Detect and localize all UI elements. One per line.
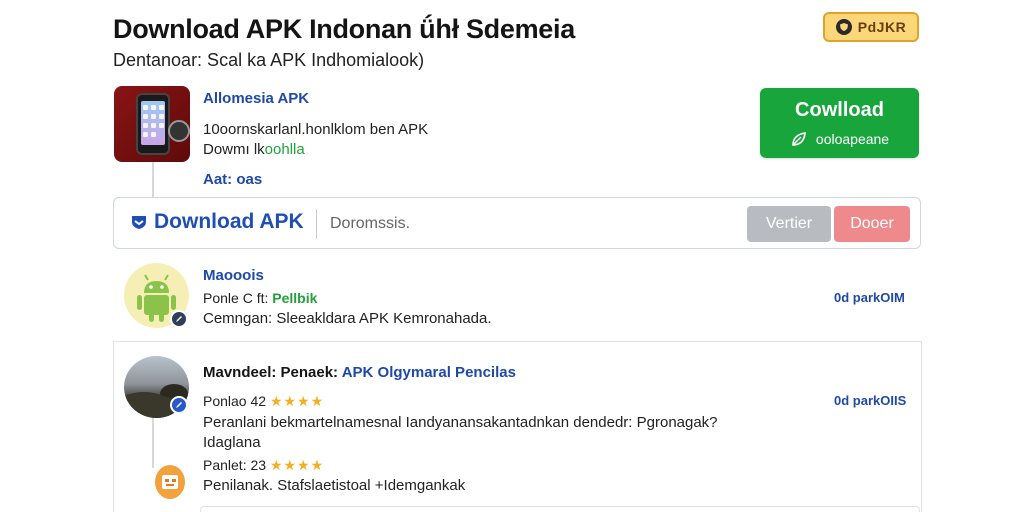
- download-shield-icon: [132, 216, 146, 229]
- review-title-dark: Mavndeel: Penaek:: [203, 364, 339, 381]
- search-input[interactable]: [330, 210, 630, 238]
- app-name[interactable]: Allomesia APK: [203, 90, 309, 107]
- review-title[interactable]: Mavndeel: Penaek: APK Olgymaral Pencilas: [203, 364, 516, 381]
- item-description: Cemngan: Sleeakldara APK Kemronahada.: [203, 310, 492, 327]
- thread-connector: [152, 162, 154, 198]
- review-meta: Ponlao 42 ★★★★: [203, 393, 324, 410]
- app-description-line1: 10oornskarlanl.honlklom ben APK: [203, 121, 429, 138]
- description-highlight: oohlla: [264, 141, 305, 158]
- item-title[interactable]: Maooois: [203, 267, 264, 284]
- review-text-cont: Idaglana: [203, 434, 261, 451]
- leaf-icon: [792, 131, 806, 146]
- search-bar: Download APK Vertier Dooer: [113, 197, 921, 249]
- search-separator: [316, 209, 317, 239]
- review-meta-prefix: Ponlao 42: [203, 393, 267, 409]
- verify-button[interactable]: Vertier: [747, 206, 831, 242]
- edit-pin-icon[interactable]: [170, 396, 188, 414]
- star-rating: ★★★★: [269, 457, 325, 473]
- brand-label: Download APK: [154, 210, 304, 233]
- reply-text: Penilanak. Stafslaetistoal +Idemgankak: [203, 477, 466, 494]
- download-button-label: Cowlload: [795, 98, 884, 121]
- page-title: Download APK Indonan ǘhł Sdemeia: [113, 14, 575, 44]
- robot-face: [162, 475, 178, 489]
- accessory-icon: [168, 120, 190, 142]
- brand-logo[interactable]: Download APK: [130, 210, 304, 234]
- robot-avatar-icon[interactable]: [155, 465, 185, 499]
- shield-icon: [835, 19, 852, 35]
- review-title-blue: APK Olgymaral Pencilas: [341, 364, 516, 381]
- item-size[interactable]: 0d parkOIM: [834, 290, 905, 305]
- reply-input-box[interactable]: [200, 506, 920, 512]
- review-size[interactable]: 0d parkOIIS: [834, 393, 906, 408]
- download-button-sub: ooloapeane: [790, 130, 889, 148]
- door-button[interactable]: Dooer: [834, 206, 910, 242]
- app-description-line2: Dowmı lkoohlla: [203, 141, 305, 158]
- app-thumbnail[interactable]: [114, 86, 190, 162]
- app-meta[interactable]: Aat: oas: [203, 171, 262, 188]
- item-meta-prefix: Ponle C ft:: [203, 290, 269, 306]
- item-meta-highlight: Pellbik: [272, 290, 318, 306]
- star-rating: ★★★★: [269, 393, 325, 409]
- item-meta: Ponle C ft: Pellbik: [203, 290, 317, 306]
- thread-connector: [152, 418, 154, 468]
- edit-pin-icon[interactable]: [170, 310, 188, 328]
- header-badge[interactable]: PdJKR: [823, 12, 919, 42]
- description-prefix: Dowmı lk: [203, 141, 265, 158]
- review-text: Peranlani bekmartelnamesnal Iandyanansak…: [203, 414, 718, 431]
- page-subtitle: Dentanoar: Scal ka APK Indhomialook): [113, 50, 425, 70]
- phone-icon: [136, 93, 170, 155]
- download-button[interactable]: Cowlload ooloapeane: [760, 88, 919, 158]
- reply-meta: Panlet: 23 ★★★★: [203, 457, 324, 474]
- badge-label: PdJKR: [857, 19, 907, 35]
- reply-meta-prefix: Panlet: 23: [203, 457, 267, 473]
- download-button-sublabel: ooloapeane: [815, 130, 890, 147]
